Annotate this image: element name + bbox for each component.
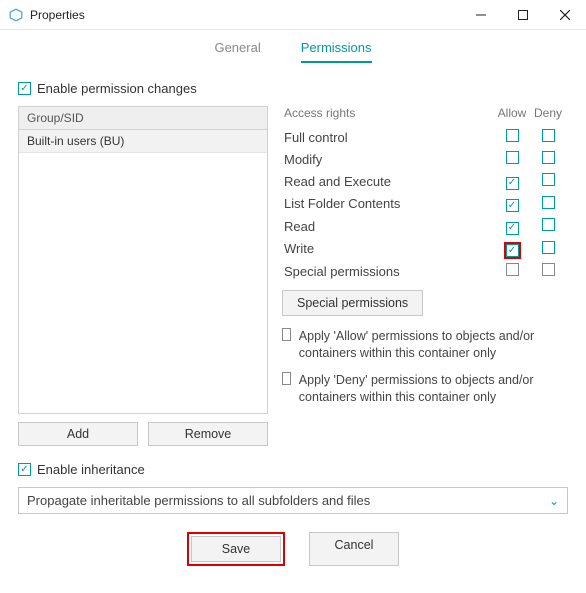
rights-allow-checkbox (506, 263, 519, 276)
rights-deny-checkbox[interactable] (542, 129, 555, 142)
save-highlight: Save (187, 532, 285, 566)
group-sid-header: Group/SID (19, 107, 267, 130)
rights-row: Write (282, 238, 568, 261)
footer: Save Cancel (18, 532, 568, 566)
apply-allow-row: Apply 'Allow' permissions to objects and… (282, 328, 568, 362)
rights-deny-checkbox[interactable] (542, 173, 555, 186)
rights-allow-checkbox[interactable] (506, 129, 519, 142)
cancel-button[interactable]: Cancel (309, 532, 399, 566)
window-title: Properties (30, 8, 85, 22)
allow-column-label: Allow (494, 106, 530, 120)
rights-allow-checkbox[interactable] (506, 199, 519, 212)
tab-general[interactable]: General (214, 40, 260, 63)
rights-row: Read (282, 215, 568, 238)
enable-inheritance-label: Enable inheritance (37, 462, 145, 477)
deny-column-label: Deny (530, 106, 566, 120)
enable-permission-changes-label: Enable permission changes (37, 81, 197, 96)
add-button[interactable]: Add (18, 422, 138, 446)
rights-deny-checkbox[interactable] (542, 241, 555, 254)
group-sid-panel: Group/SID Built-in users (BU) Add Remove (18, 106, 268, 446)
enable-permission-changes-checkbox[interactable] (18, 82, 31, 95)
rights-row-label: Modify (284, 152, 494, 167)
group-sid-row[interactable]: Built-in users (BU) (19, 130, 267, 153)
close-button[interactable] (544, 0, 586, 30)
save-button[interactable]: Save (191, 536, 281, 562)
inheritance-dropdown-value: Propagate inheritable permissions to all… (27, 493, 370, 508)
access-rights-header: Access rights Allow Deny (282, 106, 568, 126)
rights-row-label: List Folder Contents (284, 196, 494, 211)
rights-row: Full control (282, 126, 568, 148)
rights-allow-checkbox[interactable] (506, 244, 519, 257)
rights-row-label: Write (284, 241, 494, 256)
group-sid-body (19, 153, 267, 413)
apply-allow-checkbox[interactable] (282, 328, 291, 341)
rights-allow-checkbox[interactable] (506, 151, 519, 164)
rights-row-label: Read (284, 219, 494, 234)
rights-row-label: Read and Execute (284, 174, 494, 189)
rights-row: List Folder Contents (282, 193, 568, 216)
rights-deny-checkbox[interactable] (542, 218, 555, 231)
rights-deny-checkbox (542, 263, 555, 276)
access-rights-label: Access rights (284, 106, 494, 120)
rights-row: Special permissions (282, 260, 568, 282)
enable-inheritance-row: Enable inheritance (18, 462, 568, 477)
rights-row: Read and Execute (282, 170, 568, 193)
titlebar: Properties (0, 0, 586, 30)
chevron-down-icon: ⌄ (549, 494, 559, 508)
rights-row-label: Full control (284, 130, 494, 145)
rights-row: Modify (282, 148, 568, 170)
access-rights-panel: Access rights Allow Deny Full control Mod… (282, 106, 568, 446)
rights-deny-checkbox[interactable] (542, 196, 555, 209)
apply-allow-label: Apply 'Allow' permissions to objects and… (299, 328, 568, 362)
enable-inheritance-checkbox[interactable] (18, 463, 31, 476)
rights-allow-checkbox[interactable] (506, 177, 519, 190)
inheritance-dropdown[interactable]: Propagate inheritable permissions to all… (18, 487, 568, 514)
special-permissions-button[interactable]: Special permissions (282, 290, 423, 316)
rights-allow-checkbox[interactable] (506, 222, 519, 235)
rights-row-label: Special permissions (284, 264, 494, 279)
apply-deny-checkbox[interactable] (282, 372, 291, 385)
enable-permission-changes-row: Enable permission changes (18, 81, 568, 96)
maximize-button[interactable] (502, 0, 544, 30)
apply-deny-label: Apply 'Deny' permissions to objects and/… (299, 372, 568, 406)
minimize-button[interactable] (460, 0, 502, 30)
app-icon (8, 7, 24, 23)
tab-permissions[interactable]: Permissions (301, 40, 372, 63)
apply-deny-row: Apply 'Deny' permissions to objects and/… (282, 372, 568, 406)
rights-deny-checkbox[interactable] (542, 151, 555, 164)
tab-bar: General Permissions (0, 30, 586, 65)
remove-button[interactable]: Remove (148, 422, 268, 446)
